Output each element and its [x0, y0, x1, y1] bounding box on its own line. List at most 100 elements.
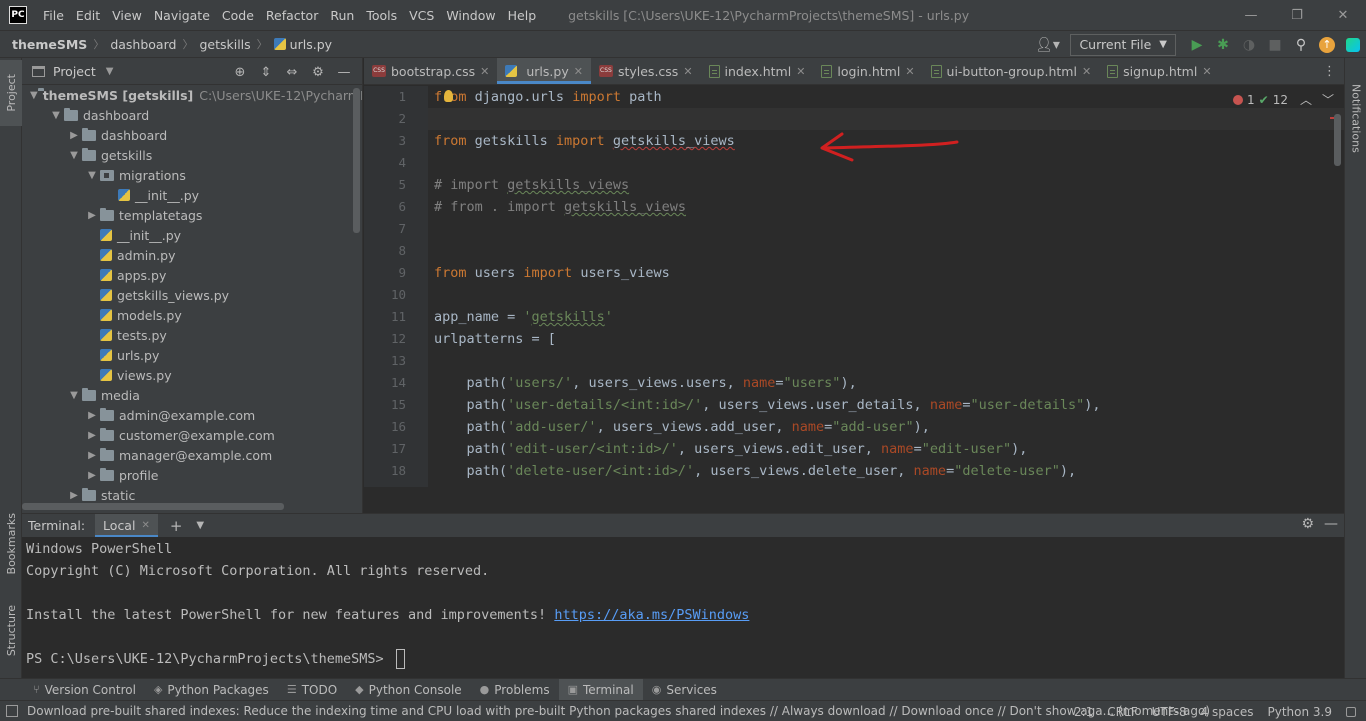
tool-window-problems[interactable]: ● Problems: [471, 679, 559, 701]
structure-tool-tab[interactable]: Structure: [0, 596, 22, 666]
tree-node[interactable]: ▶ profile: [22, 465, 362, 485]
next-highlight-icon[interactable]: ﹀: [1322, 91, 1334, 108]
chevron-down-icon[interactable]: ▼: [66, 150, 82, 161]
update-icon[interactable]: ↑: [1314, 32, 1340, 58]
tool-window-python-console[interactable]: ◆ Python Console: [346, 679, 471, 701]
search-icon[interactable]: ⚲: [1288, 32, 1314, 58]
notifications-tool-tab[interactable]: Notifications: [1345, 68, 1366, 168]
tool-window-terminal[interactable]: ▣ Terminal: [558, 678, 643, 701]
hide-icon[interactable]: —: [1324, 516, 1338, 532]
menu-item-help[interactable]: Help: [502, 8, 543, 23]
terminal-output[interactable]: Windows PowerShell Copyright (C) Microso…: [22, 537, 1344, 678]
menu-item-tools[interactable]: Tools: [360, 8, 403, 23]
chevron-down-icon[interactable]: ▼: [66, 390, 82, 401]
chevron-down-icon[interactable]: ▼: [196, 520, 204, 531]
tree-node[interactable]: __init__.py: [22, 225, 362, 245]
lock-icon[interactable]: [1346, 706, 1356, 717]
run-configuration-select[interactable]: Current File ▼: [1070, 33, 1176, 56]
editor-vertical-scrollbar[interactable]: [1334, 114, 1341, 166]
project-tool-tab[interactable]: Project: [0, 60, 22, 126]
chevron-right-icon[interactable]: ▶: [84, 430, 100, 441]
close-icon[interactable]: ✕: [683, 65, 692, 78]
hide-icon[interactable]: —: [332, 61, 356, 83]
gear-icon[interactable]: ⚙: [1301, 516, 1314, 532]
user-icon[interactable]: 👤︎▾: [1034, 32, 1060, 58]
more-tabs-icon[interactable]: ⋮: [1323, 64, 1336, 79]
debug-icon[interactable]: ✱: [1210, 32, 1236, 58]
minimize-icon[interactable]: —: [1228, 0, 1274, 30]
jetbrains-icon[interactable]: [1340, 32, 1366, 58]
caret-position[interactable]: 2:1: [1074, 705, 1093, 719]
breadcrumb-dashboard[interactable]: dashboard: [110, 37, 176, 52]
tree-node[interactable]: ▼ getskills: [22, 145, 362, 165]
tree-node[interactable]: views.py: [22, 365, 362, 385]
intention-bulb-icon[interactable]: [444, 90, 453, 102]
line-separator[interactable]: CRLF: [1107, 705, 1137, 719]
tree-node[interactable]: ▶ admin@example.com: [22, 405, 362, 425]
collapse-all-icon[interactable]: ⇔: [280, 61, 304, 83]
tree-node[interactable]: ▼ media: [22, 385, 362, 405]
tree-node[interactable]: apps.py: [22, 265, 362, 285]
menu-item-edit[interactable]: Edit: [70, 8, 106, 23]
tree-node[interactable]: ▶ templatetags: [22, 205, 362, 225]
tree-node[interactable]: models.py: [22, 305, 362, 325]
close-icon[interactable]: ✕: [796, 65, 805, 78]
status-toggle-icon[interactable]: [6, 705, 18, 717]
tree-node[interactable]: getskills_views.py: [22, 285, 362, 305]
tree-node[interactable]: ▼ migrations: [22, 165, 362, 185]
gear-icon[interactable]: ⚙: [306, 61, 330, 83]
close-icon[interactable]: ✕: [905, 65, 914, 78]
chevron-down-icon[interactable]: ▼: [84, 170, 100, 181]
menu-item-refactor[interactable]: Refactor: [260, 8, 324, 23]
close-icon[interactable]: ✕: [1082, 65, 1091, 78]
close-icon[interactable]: ✕: [480, 65, 489, 78]
bookmarks-tool-tab[interactable]: Bookmarks: [0, 506, 22, 582]
expand-all-icon[interactable]: ⇕: [254, 61, 278, 83]
tree-node[interactable]: tests.py: [22, 325, 362, 345]
editor-tab[interactable]: CSS styles.css ✕: [591, 58, 701, 84]
previous-highlight-icon[interactable]: ︿: [1300, 91, 1312, 108]
editor-tab[interactable]: login.html ✕: [813, 58, 922, 84]
menu-item-navigate[interactable]: Navigate: [148, 8, 216, 23]
menu-item-code[interactable]: Code: [216, 8, 260, 23]
terminal-tab-local[interactable]: Local ✕: [95, 513, 158, 538]
chevron-down-icon[interactable]: ▼: [30, 90, 38, 101]
menu-item-window[interactable]: Window: [440, 8, 501, 23]
select-opened-file-icon[interactable]: ⊕: [228, 61, 252, 83]
tree-node[interactable]: urls.py: [22, 345, 362, 365]
close-icon[interactable]: ✕: [574, 65, 583, 78]
stop-icon[interactable]: ■: [1262, 32, 1288, 58]
breadcrumb-file[interactable]: urls.py: [290, 37, 332, 52]
run-icon[interactable]: ▶: [1184, 32, 1210, 58]
code-editor[interactable]: 123456789101112131415161718 from django.…: [364, 86, 1344, 487]
breadcrumb-project[interactable]: themeSMS: [12, 37, 87, 52]
tree-node[interactable]: ▼ dashboard: [22, 105, 362, 125]
tool-window-python-packages[interactable]: ◈ Python Packages: [145, 679, 278, 701]
menu-item-file[interactable]: File: [37, 8, 70, 23]
menu-item-view[interactable]: View: [106, 8, 148, 23]
tree-node[interactable]: ▶ dashboard: [22, 125, 362, 145]
menu-item-vcs[interactable]: VCS: [403, 8, 440, 23]
close-icon[interactable]: ✕: [1202, 65, 1211, 78]
tool-window-services[interactable]: ◉ Services: [643, 679, 726, 701]
chevron-right-icon[interactable]: ▶: [84, 470, 100, 481]
project-panel-title[interactable]: Project: [53, 64, 96, 79]
chevron-right-icon[interactable]: ▶: [66, 130, 82, 141]
tree-node[interactable]: __init__.py: [22, 185, 362, 205]
chevron-right-icon[interactable]: ▶: [84, 450, 100, 461]
editor-tab[interactable]: ui-button-group.html ✕: [923, 58, 1100, 84]
editor-tab[interactable]: index.html ✕: [701, 58, 814, 84]
tree-node[interactable]: ▼ themeSMS [getskills] C:\Users\UKE-12\Pyc…: [22, 85, 362, 105]
file-encoding[interactable]: UTF-8: [1152, 705, 1187, 719]
close-icon[interactable]: ✕: [1320, 0, 1366, 30]
tool-window-version-control[interactable]: ⑂ Version Control: [24, 679, 145, 701]
powershell-link[interactable]: https://aka.ms/PSWindows: [554, 607, 749, 623]
editor-tab[interactable]: CSS bootstrap.css ✕: [364, 58, 497, 84]
editor-tab[interactable]: urls.py ✕: [497, 58, 591, 84]
chevron-down-icon[interactable]: ▼: [106, 66, 114, 77]
project-tree-horizontal-scrollbar[interactable]: [22, 503, 284, 510]
tree-node[interactable]: ▶ manager@example.com: [22, 445, 362, 465]
chevron-right-icon[interactable]: ▶: [84, 410, 100, 421]
chevron-right-icon[interactable]: ▶: [66, 490, 82, 501]
tool-window-todo[interactable]: ☰ TODO: [278, 679, 346, 701]
